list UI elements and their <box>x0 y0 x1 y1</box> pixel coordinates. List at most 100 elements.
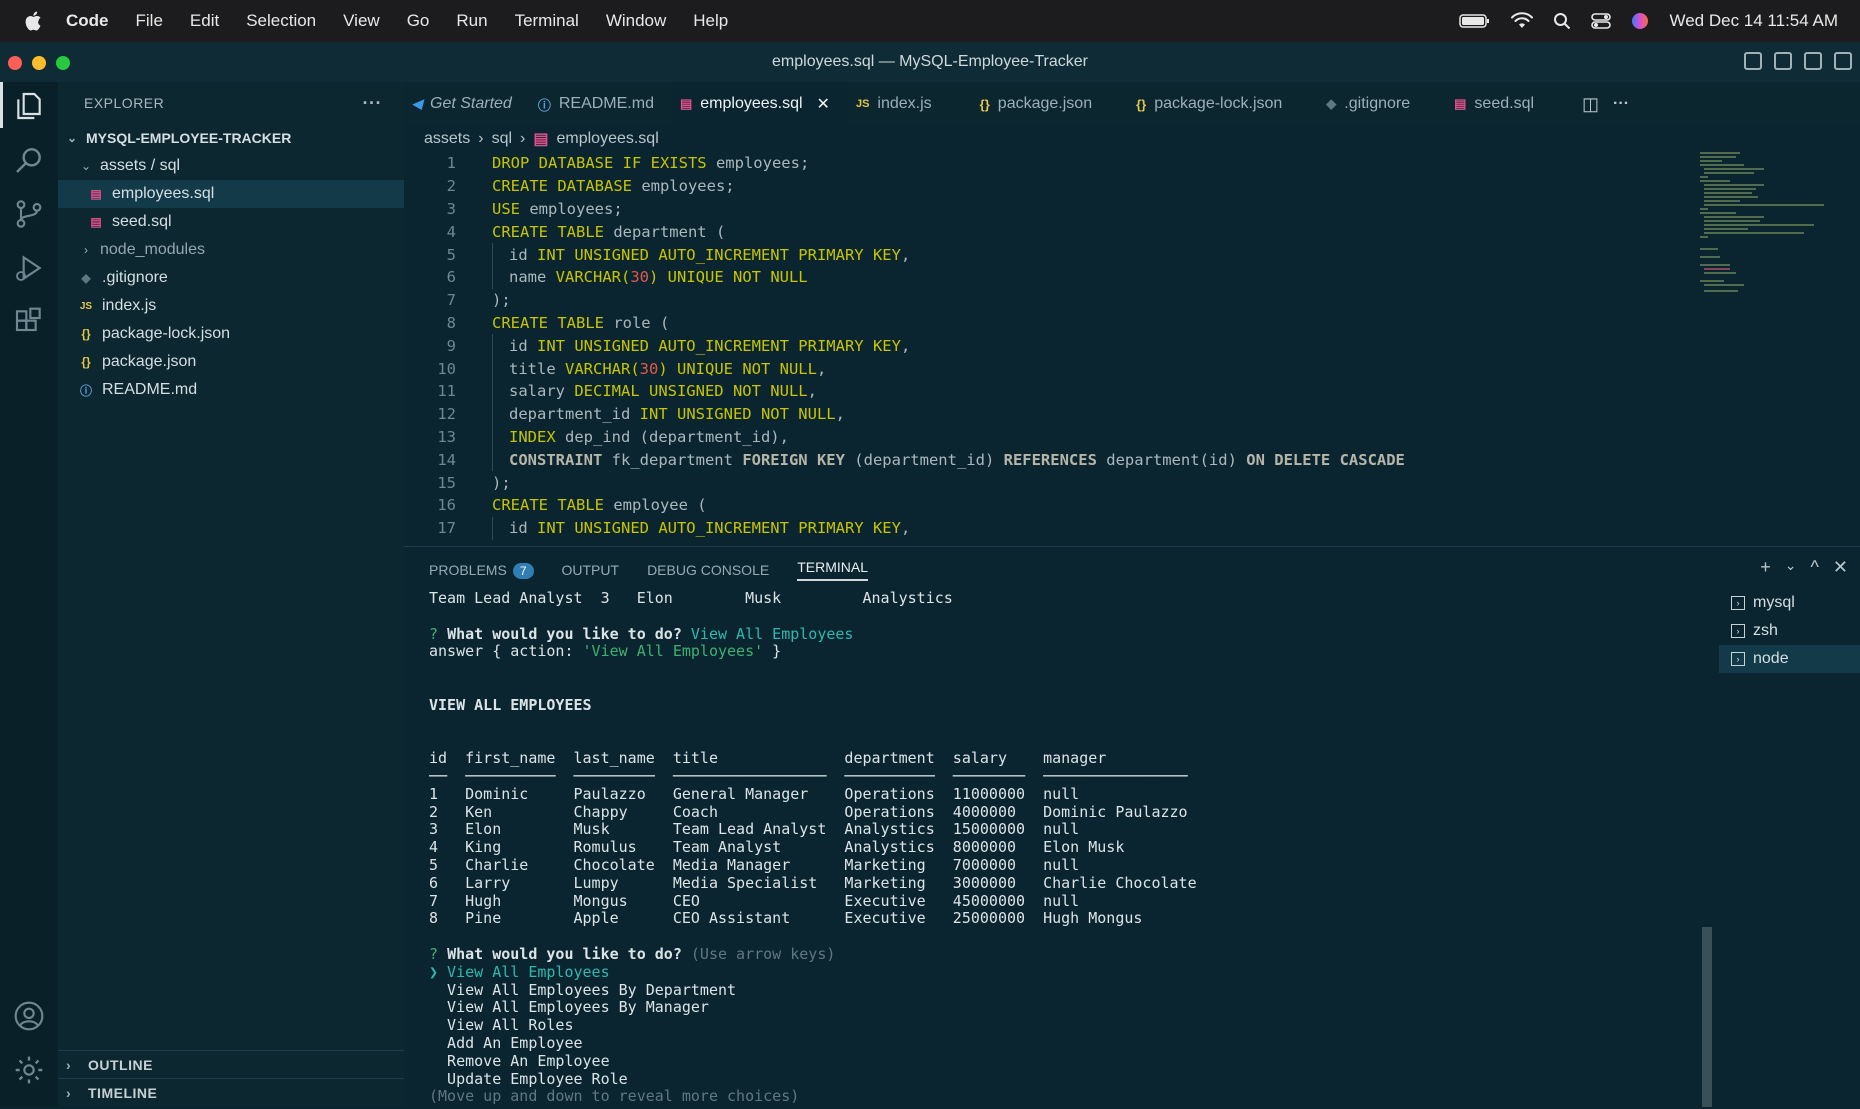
tab-seed-sql[interactable]: ▤ seed.sql <box>1446 82 1552 126</box>
toggle-secondary-sidebar-icon[interactable] <box>1804 52 1822 70</box>
indent-guide <box>492 243 509 266</box>
new-terminal-icon[interactable]: + <box>1760 557 1771 578</box>
file-package-lock-json[interactable]: {} package-lock.json <box>58 320 404 348</box>
terminal-item-mysql[interactable]: › mysql <box>1719 589 1860 617</box>
code-line[interactable]: 5 id INT UNSIGNED AUTO_INCREMENT PRIMARY … <box>404 243 1860 266</box>
terminal-output[interactable]: Team Lead Analyst 3 Elon Musk Analystics… <box>429 589 1579 1109</box>
source-control-icon[interactable] <box>13 198 45 230</box>
file-seed-sql[interactable]: ▤ seed.sql <box>58 208 404 236</box>
battery-icon[interactable] <box>1459 13 1491 29</box>
menu-view[interactable]: View <box>343 11 380 31</box>
code-token: id <box>509 336 537 355</box>
close-panel-icon[interactable]: ✕ <box>1833 557 1848 578</box>
code-line[interactable]: 14 CONSTRAINT fk_department FOREIGN KEY (… <box>404 448 1860 472</box>
apple-icon[interactable] <box>22 10 44 32</box>
folder-assets-sql[interactable]: ⌄ assets / sql <box>58 152 404 180</box>
code-editor[interactable]: 1 DROP DATABASE IF EXISTS employees; 2 CREA… <box>404 152 1860 546</box>
tab-problems[interactable]: PROBLEMS 7 <box>429 562 534 579</box>
folder-node-modules[interactable]: › node_modules <box>58 236 404 264</box>
file-index-js[interactable]: JS index.js <box>58 292 404 320</box>
tab-index-js[interactable]: JS index.js <box>848 82 972 126</box>
window-title-bar: employees.sql — MySQL-Employee-Tracker <box>0 42 1860 82</box>
tab-debug-console[interactable]: DEBUG CONSOLE <box>647 562 769 578</box>
timeline-section[interactable]: › TIMELINE <box>58 1078 404 1107</box>
menu-run[interactable]: Run <box>456 11 487 31</box>
toggle-panel-icon[interactable] <box>1774 52 1792 70</box>
code-line[interactable]: 11 salary DECIMAL UNSIGNED NOT NULL, <box>404 379 1860 403</box>
siri-icon[interactable] <box>1631 12 1649 30</box>
code-line[interactable]: 3 USE employees; <box>404 198 1860 221</box>
tab-get-started[interactable]: ◀ Get Started <box>404 82 530 126</box>
zoom-window-button[interactable] <box>56 56 70 70</box>
terminal-line: 2 Ken Chappy Coach Operations 4000000 Do… <box>429 803 1579 821</box>
run-debug-icon[interactable] <box>13 252 45 284</box>
tab-output[interactable]: OUTPUT <box>562 562 620 578</box>
database-file-icon: ▤ <box>90 215 102 229</box>
code-line[interactable]: 15); <box>404 471 1860 494</box>
menu-terminal[interactable]: Terminal <box>515 11 579 31</box>
code-line[interactable]: 13 INDEX dep_ind (department_id), <box>404 425 1860 449</box>
code-token: REFERENCES <box>1003 450 1097 469</box>
code-line[interactable]: 17 id INT UNSIGNED AUTO_INCREMENT PRIMARY… <box>404 516 1860 540</box>
menu-file[interactable]: File <box>136 11 163 31</box>
tab-readme[interactable]: ⓘ README.md <box>530 82 672 126</box>
code-line[interactable]: 2 CREATE DATABASE employees; <box>404 175 1860 198</box>
explorer-icon[interactable] <box>13 90 45 122</box>
chevron-down-icon: ⌄ <box>66 131 78 145</box>
terminal-item-zsh[interactable]: › zsh <box>1719 617 1860 645</box>
terminal-scrollbar[interactable] <box>1702 927 1712 1107</box>
spotlight-search-icon[interactable] <box>1553 12 1571 30</box>
code-line[interactable]: 1 DROP DATABASE IF EXISTS employees; <box>404 152 1860 175</box>
maximize-panel-icon[interactable]: ^ <box>1810 557 1818 578</box>
file-readme-md[interactable]: ⓘ README.md <box>58 376 404 404</box>
outline-section[interactable]: › OUTLINE <box>58 1050 404 1079</box>
manage-gear-icon[interactable] <box>13 1054 45 1086</box>
terminal-item-node[interactable]: › node <box>1719 645 1860 673</box>
menu-code[interactable]: Code <box>66 11 109 31</box>
terminal-line: ── ────────── ───────── ────────────────… <box>429 767 1579 785</box>
search-icon[interactable] <box>13 144 45 176</box>
breadcrumb-file[interactable]: employees.sql <box>556 130 658 148</box>
file-employees-sql[interactable]: ▤ employees.sql <box>58 180 404 208</box>
tab-gitignore[interactable]: ◆ .gitignore <box>1318 82 1446 126</box>
code-line[interactable]: 8 CREATE TABLE role ( <box>404 312 1860 335</box>
menu-window[interactable]: Window <box>606 11 666 31</box>
menu-go[interactable]: Go <box>407 11 430 31</box>
menu-selection[interactable]: Selection <box>246 11 316 31</box>
project-root-folder[interactable]: ⌄ MYSQL-EMPLOYEE-TRACKER <box>58 124 404 152</box>
extensions-icon[interactable] <box>13 306 45 338</box>
wifi-icon[interactable] <box>1511 12 1534 30</box>
code-line[interactable]: 16 CREATE TABLE employee ( <box>404 494 1860 517</box>
tab-employees-sql[interactable]: ▤ employees.sql ✕ <box>671 82 848 126</box>
file-gitignore[interactable]: ◆ .gitignore <box>58 264 404 292</box>
control-center-icon[interactable] <box>1591 12 1612 30</box>
code-line[interactable]: 7); <box>404 289 1860 312</box>
menu-help[interactable]: Help <box>693 11 728 31</box>
toggle-primary-sidebar-icon[interactable] <box>1744 52 1762 70</box>
menu-edit[interactable]: Edit <box>190 11 219 31</box>
editor-more-actions-icon[interactable]: ··· <box>1613 95 1629 113</box>
minimap[interactable] <box>1700 152 1840 302</box>
close-tab-icon[interactable]: ✕ <box>817 94 830 114</box>
terminal-dropdown-icon[interactable]: ⌄ <box>1785 557 1797 578</box>
code-line[interactable]: 4 CREATE TABLE department ( <box>404 220 1860 243</box>
code-line[interactable]: 6 name VARCHAR(30) UNIQUE NOT NULL <box>404 265 1860 289</box>
customize-layout-icon[interactable] <box>1834 52 1852 70</box>
tab-label: PROBLEMS <box>429 561 507 578</box>
terminal-text: 8 Pine Apple CEO Assistant Executive 250… <box>429 909 1143 928</box>
code-line[interactable]: 12 department_id INT UNSIGNED NOT NULL, <box>404 402 1860 426</box>
tab-terminal[interactable]: TERMINAL <box>797 559 868 581</box>
close-window-button[interactable] <box>8 56 22 70</box>
file-package-json[interactable]: {} package.json <box>58 348 404 376</box>
breadcrumb-assets[interactable]: assets <box>424 130 470 148</box>
tab-package-lock-json[interactable]: {} package-lock.json <box>1128 82 1318 126</box>
accounts-icon[interactable] <box>13 1000 45 1032</box>
explorer-more-actions-icon[interactable]: ··· <box>363 93 382 114</box>
clock[interactable]: Wed Dec 14 11:54 AM <box>1669 11 1838 31</box>
breadcrumb-sql[interactable]: sql <box>492 130 512 148</box>
code-line[interactable]: 9 id INT UNSIGNED AUTO_INCREMENT PRIMARY … <box>404 334 1860 358</box>
split-editor-icon[interactable]: ◫ <box>1582 94 1599 115</box>
minimize-window-button[interactable] <box>32 56 46 70</box>
code-line[interactable]: 10 title VARCHAR(30) UNIQUE NOT NULL, <box>404 357 1860 380</box>
tab-package-json[interactable]: {} package.json <box>972 82 1128 126</box>
